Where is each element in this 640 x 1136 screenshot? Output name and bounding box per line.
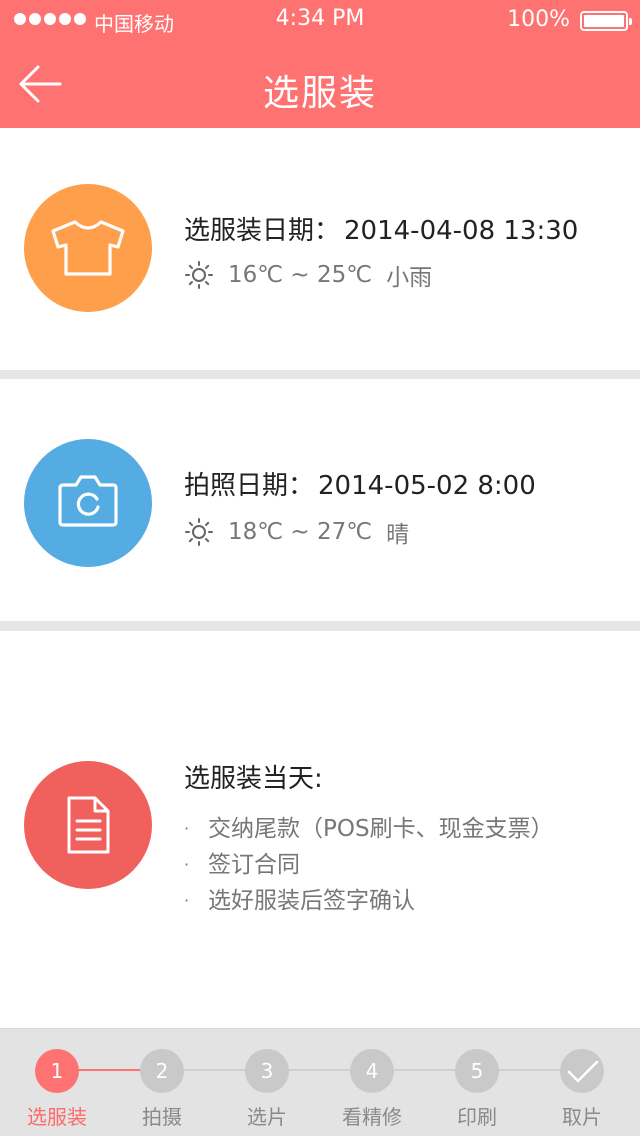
sun-icon: [185, 518, 213, 546]
day-of-checklist: · 交纳尾款（POS刷卡、现金支票） · 签订合同 · 选好服装后签字确认: [184, 811, 554, 919]
document-icon: [67, 796, 110, 854]
camera-icon-circle: [24, 439, 152, 567]
step-2-number: 2: [140, 1049, 184, 1093]
clothing-condition: 小雨: [386, 265, 433, 291]
step-4-label: 看精修: [342, 1105, 402, 1129]
step-6-label: 取片: [562, 1105, 602, 1129]
tshirt-icon: [51, 220, 125, 276]
photo-weather: 18℃ ~ 27℃ 晴: [184, 515, 409, 549]
status-bar: 中国移动 4:34 PM 100%: [0, 0, 640, 40]
nav-bar: 选服装: [0, 40, 640, 128]
header: 中国移动 4:34 PM 100% 选服装: [0, 0, 640, 128]
list-item-text: 选好服装后签字确认: [208, 888, 415, 914]
sun-icon: [185, 261, 213, 289]
tshirt-icon-circle: [24, 184, 152, 312]
step-1-label: 选服装: [27, 1105, 87, 1129]
camera-icon: [58, 475, 118, 527]
photo-date-value: 2014-05-02 8:00: [318, 471, 536, 501]
step-4-number: 4: [350, 1049, 394, 1093]
battery-icon: [580, 11, 632, 31]
step-1-number: 1: [35, 1049, 79, 1093]
photo-date-label: 拍照日期：: [184, 471, 315, 501]
step-5-label: 印刷: [457, 1105, 497, 1129]
photo-date-line: 拍照日期： 2014-05-02 8:00: [184, 465, 536, 502]
step-2-label: 拍摄: [142, 1105, 182, 1129]
list-item-text: 签订合同: [208, 852, 300, 878]
page-title: 选服装: [262, 73, 377, 114]
list-item-text: 交纳尾款（POS刷卡、现金支票）: [208, 816, 554, 842]
step-3[interactable]: 3 选片: [212, 1049, 322, 1130]
step-3-label: 选片: [247, 1105, 287, 1129]
step-5-number: 5: [455, 1049, 499, 1093]
step-3-number: 3: [245, 1049, 289, 1093]
progress-steps: 1 选服装 2 拍摄 3 选片 4 看精修 5 印刷 取片: [0, 1028, 640, 1136]
step-1[interactable]: 1 选服装: [2, 1049, 112, 1130]
document-icon-circle: [24, 761, 152, 889]
day-of-card: 选服装当天: · 交纳尾款（POS刷卡、现金支票） · 签订合同 · 选好服装后签字确…: [0, 631, 640, 1028]
clothing-temperature: 16℃ ~ 25℃: [228, 262, 373, 288]
step-4[interactable]: 4 看精修: [317, 1049, 427, 1130]
list-item: · 签订合同: [184, 847, 554, 883]
step-2[interactable]: 2 拍摄: [107, 1049, 217, 1130]
photo-date-card: 拍照日期： 2014-05-02 8:00 18℃ ~ 27℃ 晴: [0, 379, 640, 621]
step-6-badge: [560, 1049, 604, 1093]
clothing-date-line: 选服装日期： 2014-04-08 13:30: [184, 210, 578, 247]
clothing-date-value: 2014-04-08 13:30: [344, 216, 579, 246]
list-item: · 选好服装后签字确认: [184, 883, 554, 919]
day-of-title: 选服装当天:: [184, 764, 323, 794]
step-5[interactable]: 5 印刷: [422, 1049, 532, 1130]
photo-temperature: 18℃ ~ 27℃: [228, 519, 373, 545]
clothing-weather: 16℃ ~ 25℃ 小雨: [184, 258, 432, 292]
list-item: · 交纳尾款（POS刷卡、现金支票）: [184, 811, 554, 847]
step-6[interactable]: 取片: [527, 1049, 637, 1130]
clothing-date-label: 选服装日期：: [184, 216, 341, 246]
checkmark-icon: [567, 1060, 599, 1083]
clothing-date-card: 选服装日期： 2014-04-08 13:30 16℃ ~ 25℃ 小雨: [0, 128, 640, 370]
photo-condition: 晴: [386, 522, 410, 548]
battery-percent: 100%: [507, 7, 570, 32]
